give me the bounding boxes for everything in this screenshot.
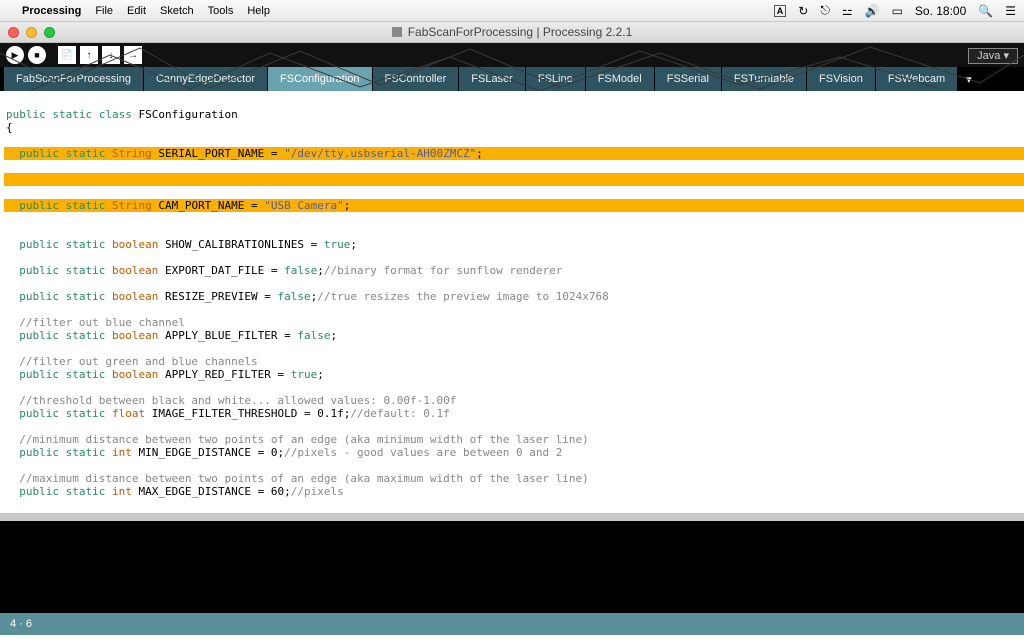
status-bar: 4 · 6 bbox=[0, 613, 1024, 635]
bluetooth-icon[interactable]: ⎋ bbox=[820, 3, 830, 18]
spotlight-icon[interactable]: 🔍 bbox=[978, 4, 993, 18]
sketch-icon bbox=[392, 27, 402, 37]
tab-fswebcam[interactable]: FSWebcam bbox=[876, 67, 958, 91]
mode-selector[interactable]: Java ▾ bbox=[968, 48, 1018, 64]
close-button[interactable] bbox=[8, 27, 19, 38]
tab-fsvision[interactable]: FSVision bbox=[807, 67, 876, 91]
tab-dropdown-icon[interactable]: ▾ bbox=[958, 67, 980, 91]
code-editor[interactable]: public static class FSConfiguration { pu… bbox=[0, 91, 1024, 513]
clock[interactable]: So. 18:00 bbox=[915, 4, 966, 18]
tab-fsmodel[interactable]: FSModel bbox=[586, 67, 655, 91]
notifications-icon[interactable]: ☰ bbox=[1005, 4, 1016, 18]
menubar-status: A ↻ ⎋ ⚍ 🔊 ▭ So. 18:00 🔍 ☰ bbox=[774, 3, 1016, 18]
tab-fsserial[interactable]: FSSerial bbox=[655, 67, 722, 91]
run-button[interactable]: ▶ bbox=[6, 46, 24, 64]
open-button[interactable]: ↑ bbox=[80, 46, 98, 64]
tab-fscontroller[interactable]: FSController bbox=[373, 67, 460, 91]
menu-help[interactable]: Help bbox=[247, 5, 270, 17]
minimize-button[interactable] bbox=[26, 27, 37, 38]
console[interactable] bbox=[0, 521, 1024, 613]
menu-sketch[interactable]: Sketch bbox=[160, 5, 194, 17]
cursor-position: 4 · 6 bbox=[10, 618, 32, 630]
menu-tools[interactable]: Tools bbox=[208, 5, 234, 17]
tab-fsconfiguration[interactable]: FSConfiguration bbox=[268, 67, 373, 91]
adobe-icon[interactable]: A bbox=[774, 5, 787, 17]
sketch-tabs: FabScanForProcessing CannyEdgeDetector F… bbox=[0, 67, 1024, 91]
export-button[interactable]: → bbox=[124, 46, 142, 64]
tab-fsline[interactable]: FSLine bbox=[526, 67, 586, 91]
console-divider[interactable] bbox=[0, 513, 1024, 521]
new-button[interactable]: 📄 bbox=[58, 46, 76, 64]
window-title-text: FabScanForProcessing | Processing 2.2.1 bbox=[408, 25, 633, 39]
window-titlebar: FabScanForProcessing | Processing 2.2.1 bbox=[0, 22, 1024, 43]
menu-edit[interactable]: Edit bbox=[127, 5, 146, 17]
tab-fsturntable[interactable]: FSTurntable bbox=[722, 67, 807, 91]
tab-fslaser[interactable]: FSLaser bbox=[459, 67, 526, 91]
tab-fabscanforprocessing[interactable]: FabScanForProcessing bbox=[4, 67, 144, 91]
sync-icon[interactable]: ↻ bbox=[798, 4, 808, 18]
window-controls bbox=[8, 27, 55, 38]
zoom-button[interactable] bbox=[44, 27, 55, 38]
stop-button[interactable]: ■ bbox=[28, 46, 46, 64]
wifi-icon[interactable]: ⚍ bbox=[842, 4, 853, 18]
battery-icon[interactable]: ▭ bbox=[892, 4, 903, 18]
menu-file[interactable]: File bbox=[95, 5, 113, 17]
tab-cannyedgedetector[interactable]: CannyEdgeDetector bbox=[144, 67, 268, 91]
mac-menubar: Processing File Edit Sketch Tools Help A… bbox=[0, 0, 1024, 22]
volume-icon[interactable]: 🔊 bbox=[865, 4, 880, 18]
toolbar: ▶ ■ 📄 ↑ ↓ → Java ▾ bbox=[0, 43, 1024, 67]
app-menu[interactable]: Processing bbox=[22, 5, 81, 17]
save-button[interactable]: ↓ bbox=[102, 46, 120, 64]
